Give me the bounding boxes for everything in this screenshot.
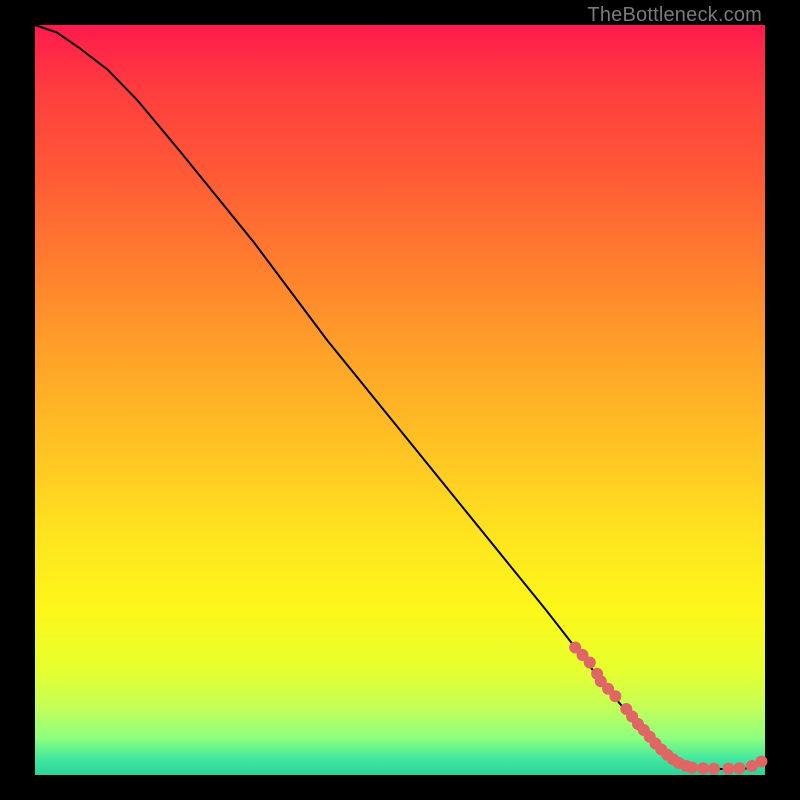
watermark-text: TheBottleneck.com [587,4,762,27]
data-point [708,763,720,775]
data-point [584,657,596,669]
chart-svg [35,25,765,775]
data-point [733,762,745,774]
data-point [755,756,767,768]
bottleneck-curve [35,25,765,769]
data-point [697,762,709,774]
data-points-group [569,642,767,775]
chart-stage: TheBottleneck.com [0,0,800,800]
data-point [686,762,698,774]
plot-area [35,25,765,775]
data-point [609,690,621,702]
data-point [723,763,735,775]
